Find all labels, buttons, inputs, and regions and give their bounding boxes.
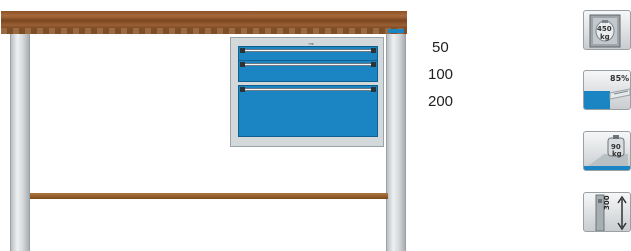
workbench-shelf — [30, 193, 388, 199]
workbench-leg-right — [386, 34, 406, 251]
load-option-200[interactable]: 200 — [428, 93, 453, 111]
drawer-extension-value: 85% — [610, 74, 630, 83]
load-option-100[interactable]: 100 — [428, 66, 453, 84]
height-adjust-icon: 300 — [583, 192, 631, 232]
workbench-top-edge — [1, 28, 407, 34]
cabinet-load-icon: 450 kg — [583, 10, 631, 50]
drawer-load-icon: 90 kg — [583, 131, 631, 171]
drawer-2 — [238, 60, 378, 82]
cabinet-load-weight: 450 — [597, 25, 612, 33]
drawer-extension-icon: 85% — [583, 70, 631, 110]
drawer-3 — [238, 85, 378, 137]
load-option-50[interactable]: 50 — [432, 39, 449, 57]
workbench-blue-edge — [388, 29, 404, 33]
workbench-leg-left — [10, 34, 30, 251]
height-adjust-value: 300 — [603, 195, 611, 210]
cabinet-load-unit: kg — [600, 33, 610, 41]
drawer-cabinet: ⊸ — [230, 37, 384, 147]
drawer-load-unit: kg — [612, 150, 622, 158]
drawer-1 — [238, 46, 378, 61]
